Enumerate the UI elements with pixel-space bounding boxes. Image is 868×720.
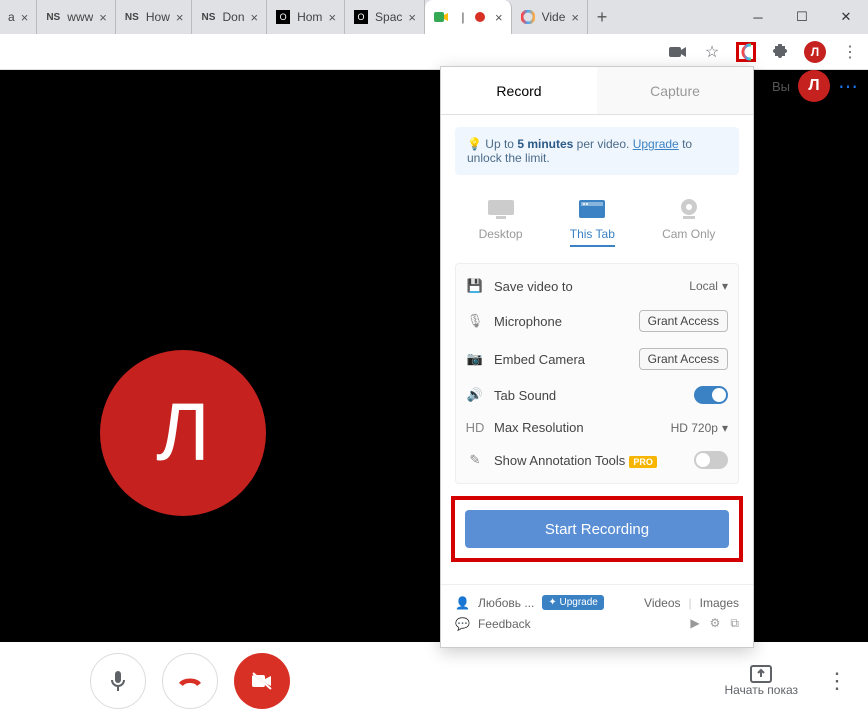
start-recording-button[interactable]: Start Recording — [465, 510, 729, 548]
setting-save-to[interactable]: 💾 Save video to Local ▾ — [466, 270, 728, 302]
profile-avatar[interactable]: Л — [804, 41, 826, 63]
setting-max-resolution[interactable]: HD Max Resolution HD 720p ▾ — [466, 412, 728, 443]
chevron-down-icon: ▾ — [722, 421, 728, 435]
desktop-icon — [485, 197, 517, 221]
hangup-button[interactable] — [162, 653, 218, 709]
record-status-icon: | — [455, 9, 471, 25]
popup-footer: 👤 Любовь ... ✦ Upgrade Videos | Images 💬… — [441, 584, 753, 647]
tab-sound-toggle[interactable] — [694, 386, 728, 404]
start-recording-highlight: Start Recording — [451, 496, 743, 562]
favicon-icon: NS — [200, 9, 216, 25]
present-icon — [750, 665, 772, 683]
grant-mic-button[interactable]: Grant Access — [639, 310, 728, 332]
save-icon: 💾 — [466, 278, 484, 294]
microphone-button[interactable] — [90, 653, 146, 709]
tab-record[interactable]: Record — [441, 67, 597, 114]
browser-tab[interactable]: NS www× — [37, 0, 116, 34]
window-minimize-button[interactable]: ─ — [736, 0, 780, 34]
sound-icon: 🔊 — [466, 387, 484, 403]
annotation-icon: ✎ — [466, 452, 484, 468]
screen-recorder-extension-icon[interactable] — [736, 42, 756, 62]
browser-menu-icon[interactable]: ⋮ — [840, 42, 860, 62]
tab-window-icon — [576, 197, 608, 221]
chevron-down-icon: ▾ — [722, 279, 728, 293]
tab-capture[interactable]: Capture — [597, 67, 753, 114]
window-maximize-button[interactable]: ☐ — [780, 0, 824, 34]
browser-tab[interactable]: O Hom× — [267, 0, 345, 34]
browser-tab[interactable]: NS How× — [116, 0, 193, 34]
feedback-icon: 💬 — [455, 617, 470, 631]
camera-off-icon — [250, 671, 274, 691]
popout-icon[interactable]: ⧉ — [730, 616, 739, 631]
mode-desktop[interactable]: Desktop — [479, 197, 523, 247]
browser-tab-active[interactable]: | × — [425, 0, 512, 34]
upgrade-banner: 💡 Up to 5 minutes per video. Upgrade to … — [455, 127, 739, 175]
images-link[interactable]: Images — [700, 596, 739, 610]
grant-cam-button[interactable]: Grant Access — [639, 348, 728, 370]
you-label: Вы — [772, 79, 790, 94]
settings-gear-icon[interactable]: ⚙ — [710, 616, 721, 631]
favicon-icon: NS — [45, 9, 61, 25]
favicon-icon — [520, 9, 536, 25]
close-icon[interactable]: × — [99, 10, 107, 25]
browser-tab[interactable]: a× — [0, 0, 37, 34]
mode-this-tab[interactable]: This Tab — [570, 197, 615, 247]
new-tab-button[interactable]: + — [588, 7, 616, 28]
participant-avatar: Л — [100, 350, 266, 516]
close-icon[interactable]: × — [571, 10, 579, 25]
setting-microphone: 🎙 Microphone Grant Access — [466, 302, 728, 340]
meet-favicon-icon — [433, 9, 449, 25]
webcam-icon — [673, 197, 705, 221]
settings-panel: 💾 Save video to Local ▾ 🎙 Microphone Gra… — [455, 263, 739, 484]
close-icon[interactable]: × — [495, 10, 503, 25]
pro-badge: PRO — [629, 456, 657, 468]
present-button[interactable]: Начать показ — [724, 665, 798, 697]
hangup-icon — [177, 675, 203, 687]
username: Любовь ... — [478, 596, 534, 610]
close-icon[interactable]: × — [408, 10, 416, 25]
hd-icon: HD — [466, 420, 484, 435]
browser-tab[interactable]: O Spac× — [345, 0, 425, 34]
bookmark-star-icon[interactable]: ☆ — [702, 42, 722, 62]
meet-options-icon[interactable]: ⋯ — [838, 74, 860, 99]
close-icon[interactable]: × — [328, 10, 336, 25]
browser-tab[interactable]: Vide× — [512, 0, 588, 34]
setting-embed-camera: 📷 Embed Camera Grant Access — [466, 340, 728, 378]
meet-controls: Начать показ ⋮ — [0, 642, 868, 720]
setting-annotation-tools: ✎ Show Annotation ToolsPRO — [466, 443, 728, 477]
close-icon[interactable]: × — [21, 10, 29, 25]
camera-icon[interactable] — [668, 42, 688, 62]
youtube-icon[interactable]: ▶ — [690, 616, 699, 631]
camera-icon: 📷 — [466, 351, 484, 367]
feedback-link[interactable]: Feedback — [478, 617, 531, 631]
favicon-icon: O — [275, 9, 291, 25]
user-avatar[interactable]: Л — [798, 70, 830, 102]
present-label: Начать показ — [724, 683, 798, 697]
recorder-popup: Record Capture 💡 Up to 5 minutes per vid… — [440, 66, 754, 648]
extensions-puzzle-icon[interactable] — [770, 42, 790, 62]
browser-tab-strip: a× NS www× NS How× NS Don× O Hom× O Spac… — [0, 0, 868, 34]
microphone-icon: 🎙 — [466, 313, 484, 329]
user-icon: 👤 — [455, 596, 470, 610]
lightbulb-icon: 💡 — [467, 137, 482, 151]
window-close-button[interactable]: ✕ — [824, 0, 868, 34]
setting-tab-sound: 🔊 Tab Sound — [466, 378, 728, 412]
recording-dot-icon — [475, 12, 485, 22]
microphone-icon — [108, 669, 128, 693]
close-icon[interactable]: × — [176, 10, 184, 25]
favicon-icon: O — [353, 9, 369, 25]
more-options-icon[interactable]: ⋮ — [826, 668, 848, 694]
browser-toolbar: ☆ Л ⋮ — [0, 34, 868, 70]
close-icon[interactable]: × — [251, 10, 259, 25]
favicon-icon: NS — [124, 9, 140, 25]
videos-link[interactable]: Videos — [644, 596, 680, 610]
mode-cam-only[interactable]: Cam Only — [662, 197, 715, 247]
upgrade-button[interactable]: ✦ Upgrade — [542, 595, 604, 610]
camera-off-button[interactable] — [234, 653, 290, 709]
meet-header: Вы Л ⋯ — [772, 70, 860, 102]
browser-tab[interactable]: NS Don× — [192, 0, 267, 34]
upgrade-link[interactable]: Upgrade — [633, 137, 679, 151]
annotation-toggle[interactable] — [694, 451, 728, 469]
